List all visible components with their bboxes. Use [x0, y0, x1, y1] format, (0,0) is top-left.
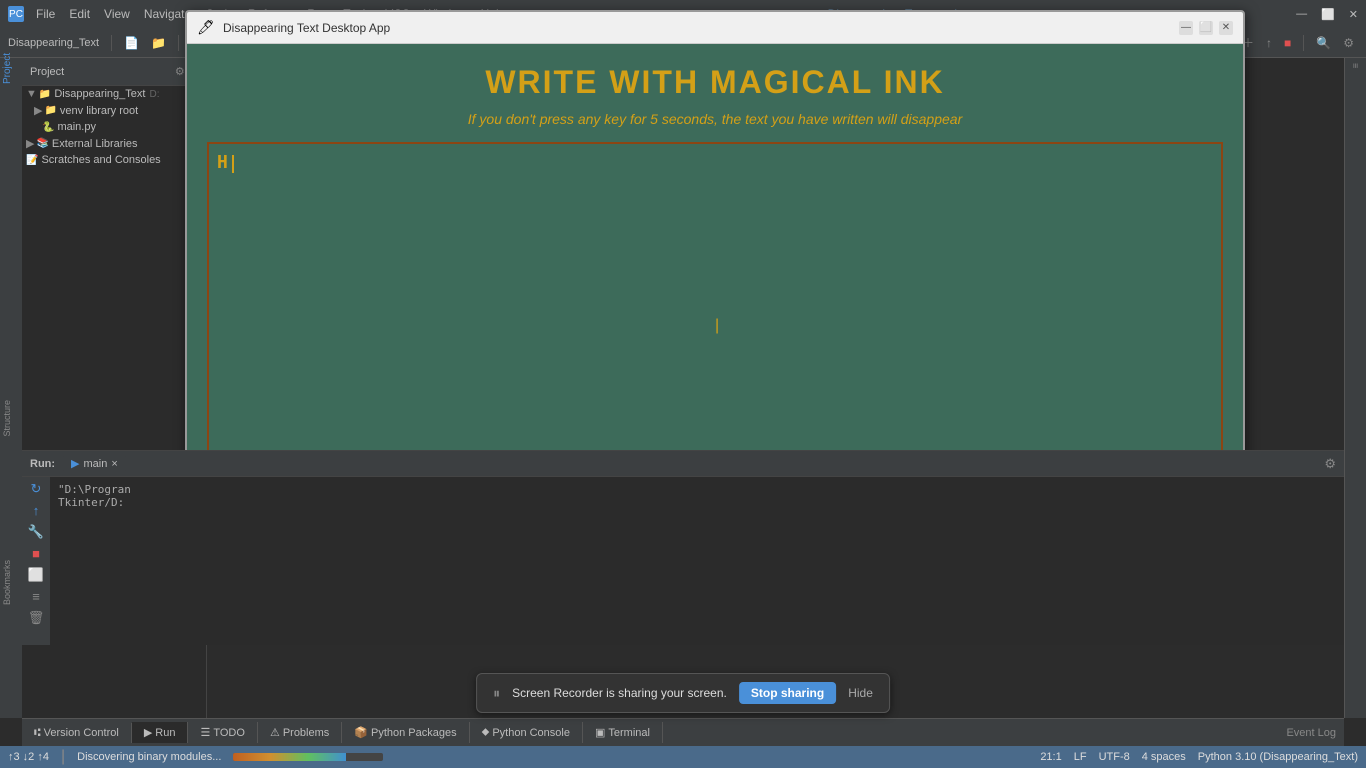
problems-icon: ⚠: [270, 726, 280, 739]
status-line-sep[interactable]: LF: [1074, 751, 1087, 763]
panel-title: Project: [30, 66, 171, 78]
progress-bar: [233, 753, 383, 761]
tab-terminal[interactable]: ▣ Terminal: [583, 722, 663, 743]
tree-venv[interactable]: ▶ 📁 venv library root: [22, 102, 206, 119]
menu-view[interactable]: View: [98, 5, 136, 23]
bookmarks-sidebar-label[interactable]: Bookmarks: [2, 560, 12, 605]
text-area[interactable]: H |: [207, 142, 1223, 492]
run-content: "D:\Progran Tkinter/D:: [50, 477, 1344, 513]
project-root-label: Disappearing_Text: [54, 88, 145, 100]
venv-label: venv library root: [60, 105, 138, 117]
stop-icon[interactable]: ■: [1280, 34, 1295, 52]
app-main-heading: WRITE WITH MAGICAL INK: [485, 64, 944, 101]
screen-share-bar: ⏸ Screen Recorder is sharing your screen…: [476, 673, 890, 713]
run-indicator: ▶: [71, 457, 79, 470]
menu-file[interactable]: File: [30, 5, 61, 23]
project-root-suffix: D:: [149, 89, 159, 100]
status-discovering: Discovering binary modules...: [77, 751, 221, 763]
tab-python-packages[interactable]: 📦 Python Packages: [342, 722, 469, 743]
window-controls: — ⬜ ✕: [1296, 8, 1358, 21]
scratches-label: Scratches and Consoles: [41, 154, 160, 166]
app-titlebar: 🖊 Disappearing Text Desktop App — ⬜ ✕: [187, 12, 1243, 44]
open-icon[interactable]: 📁: [147, 34, 170, 52]
toolbar-separator-1: [111, 35, 112, 51]
run-bar-area: Run: ▶ main × ⚙ ↻ ↑ 🔧 ■ ⬜ ≡ 🗑 "D:\Progra…: [22, 450, 1344, 645]
app-close-btn[interactable]: ✕: [1219, 21, 1233, 35]
event-log-btn[interactable]: Event Log: [1286, 727, 1336, 739]
toolbar-separator-2: [178, 35, 179, 51]
run-expand-icon[interactable]: ⬜: [28, 567, 44, 583]
run-tab-label: Run:: [30, 458, 55, 470]
console-icon: ⬥: [482, 726, 490, 739]
app-window-icon: 🖊: [197, 19, 215, 37]
run-settings-icon[interactable]: ⚙: [1324, 456, 1336, 472]
run-trash-icon[interactable]: 🗑: [28, 610, 45, 626]
run-tab-close[interactable]: ×: [111, 458, 117, 470]
tab-run[interactable]: ▶ Run: [132, 722, 189, 743]
ext-libs-label: External Libraries: [52, 138, 138, 150]
text-content: H: [217, 152, 228, 173]
run-line-2: Tkinter/D:: [58, 496, 1336, 509]
run-wrench-icon[interactable]: 🔧: [28, 524, 44, 540]
git-icon: ⑆: [34, 727, 41, 739]
status-indent[interactable]: 4 spaces: [1142, 751, 1186, 763]
tab-python-console[interactable]: ⬥ Python Console: [470, 722, 583, 743]
pause-icon: ⏸: [493, 685, 500, 702]
left-icons-panel: Project: [0, 58, 22, 718]
todo-icon: ☰: [200, 726, 210, 739]
settings-icon[interactable]: ⚙: [1339, 34, 1358, 52]
app-window-title: Disappearing Text Desktop App: [223, 21, 1171, 35]
panel-settings-icon[interactable]: ⚙: [175, 65, 185, 78]
tree-main-py[interactable]: 🐍 main.py: [22, 119, 206, 135]
right-panel: ≡: [1344, 58, 1366, 718]
progress-fill: [233, 753, 346, 761]
panel-header: Project ⚙ ✕: [22, 58, 206, 86]
app-maximize-btn[interactable]: ⬜: [1199, 21, 1213, 35]
bottom-tabs: ⑆ Version Control ▶ Run ☰ TODO ⚠ Problem…: [22, 718, 1344, 746]
status-python[interactable]: Python 3.10 (Disappearing_Text): [1198, 751, 1358, 763]
add-file-icon[interactable]: 📄: [120, 34, 143, 52]
tree-scratches[interactable]: 📝 Scratches and Consoles: [22, 152, 206, 168]
run-list-icon[interactable]: ≡: [32, 589, 40, 604]
status-sep-1: |: [61, 748, 65, 766]
share-message: Screen Recorder is sharing your screen.: [512, 686, 727, 700]
project-label: Disappearing_Text: [8, 37, 99, 49]
terminal-icon: ▣: [595, 726, 605, 739]
text-cursor-blink: [232, 155, 234, 173]
tree-external-libs[interactable]: ▶ 📚 External Libraries: [22, 135, 206, 152]
run-terminate-icon[interactable]: ■: [32, 546, 40, 561]
status-encoding[interactable]: UTF-8: [1099, 751, 1130, 763]
main-py-label: main.py: [57, 121, 96, 133]
structure-sidebar-label[interactable]: Structure: [2, 400, 12, 437]
project-icon[interactable]: Project: [2, 66, 20, 84]
tab-todo[interactable]: ☰ TODO: [188, 722, 257, 743]
toolbar-separator-4: [1303, 35, 1304, 51]
app-subtitle: If you don't press any key for 5 seconds…: [468, 111, 963, 127]
status-git[interactable]: ↑3 ↓2 ↑4: [8, 751, 49, 763]
hide-button[interactable]: Hide: [848, 686, 873, 700]
stop-sharing-button[interactable]: Stop sharing: [739, 682, 836, 704]
app-minimize-btn[interactable]: —: [1179, 21, 1193, 35]
run-bar-header: Run: ▶ main × ⚙: [22, 451, 1344, 477]
run-rerun-icon[interactable]: ↻: [31, 481, 42, 497]
status-position[interactable]: 21:1: [1040, 751, 1061, 763]
run-tab-name: main: [84, 458, 108, 470]
tab-problems[interactable]: ⚠ Problems: [258, 722, 342, 743]
run-stop-icon[interactable]: ↑: [33, 503, 40, 518]
tab-version-control[interactable]: ⑆ Version Control: [22, 723, 132, 743]
search-toolbar-icon[interactable]: 🔍: [1312, 34, 1335, 52]
app-window-controls: — ⬜ ✕: [1179, 21, 1233, 35]
run-tab-icon: ▶: [144, 726, 152, 739]
right-panel-icon[interactable]: ≡: [1351, 63, 1361, 68]
ide-icon: PC: [8, 6, 24, 22]
push-icon[interactable]: ↑: [1262, 34, 1276, 52]
status-bar: ↑3 ↓2 ↑4 | Discovering binary modules...…: [0, 746, 1366, 768]
menu-edit[interactable]: Edit: [63, 5, 96, 23]
text-i-cursor: |: [715, 317, 719, 335]
run-line-1: "D:\Progran: [58, 483, 1336, 496]
run-side-icons: ↻ ↑ 🔧 ■ ⬜ ≡ 🗑: [22, 477, 50, 645]
package-icon: 📦: [354, 726, 368, 739]
run-tab-main[interactable]: ▶ main ×: [63, 456, 126, 471]
tree-root[interactable]: ▼ 📁 Disappearing_Text D:: [22, 86, 206, 102]
